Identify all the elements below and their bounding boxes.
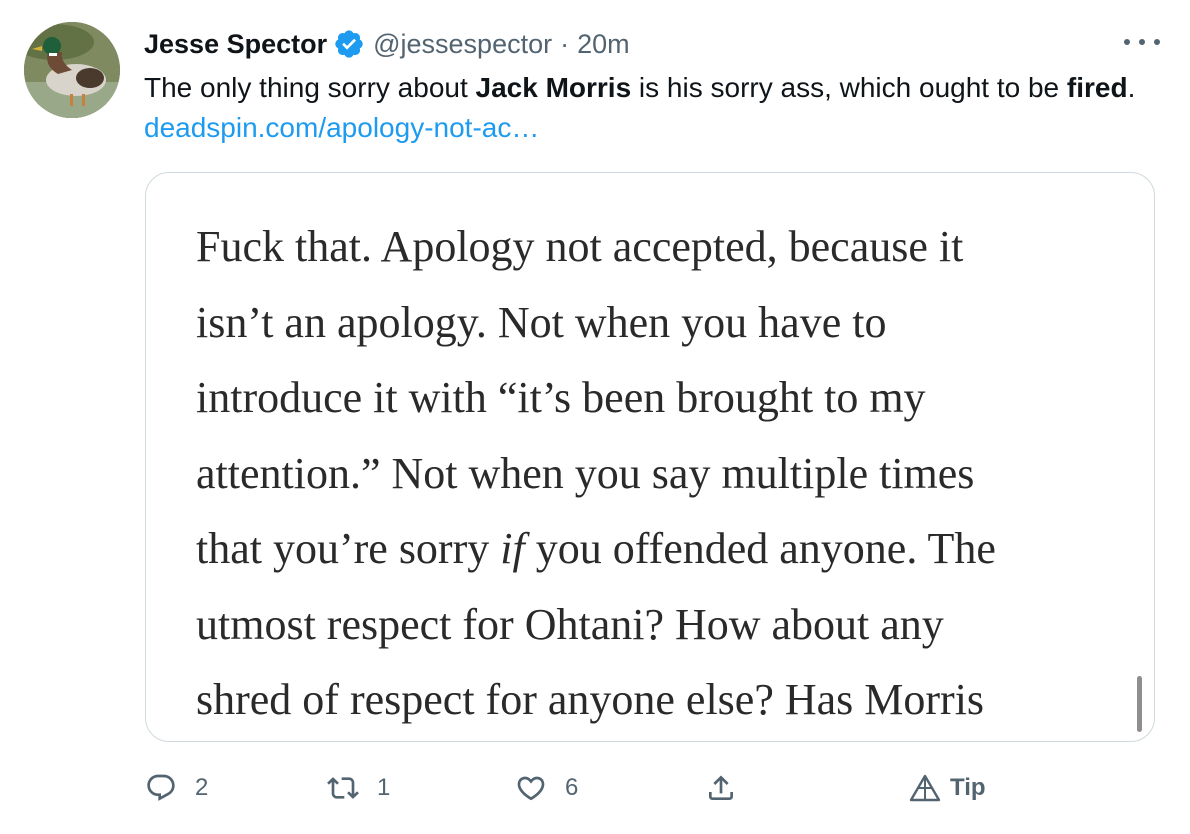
quote-line: shred of respect for anyone else? Has Mo… [196, 675, 985, 724]
quote-line: utmost respect for Ohtani? How about any [196, 599, 944, 649]
author-handle[interactable]: @jessespector [373, 29, 552, 60]
retweet-icon [327, 772, 359, 804]
quoted-article-text: Fuck that. Apology not accepted, because… [196, 209, 1126, 738]
tweet-text: The only thing sorry about Jack Morris i… [144, 68, 1154, 148]
tweet-link[interactable]: deadspin.com/apology-not-ac… [144, 112, 539, 143]
tip-icon [908, 773, 942, 803]
tip-button[interactable]: Tip [908, 766, 986, 810]
tweet[interactable]: Jesse Spector @jessespector · 20m The on… [0, 0, 1190, 834]
share-button[interactable] [705, 766, 737, 810]
tweet-header: Jesse Spector @jessespector · 20m [144, 26, 630, 62]
quote-line: that you’re sorry if you offended anyone… [196, 511, 1126, 587]
scrollbar-thumb[interactable] [1137, 676, 1142, 732]
quote-line: introduce it with “it’s been brought to … [196, 373, 926, 422]
reply-icon [145, 772, 177, 804]
tweet-text-part: . [1127, 72, 1136, 103]
like-button[interactable]: 6 [515, 766, 578, 810]
share-icon [705, 772, 737, 804]
reply-button[interactable]: 2 [145, 766, 208, 810]
tip-label: Tip [950, 774, 986, 801]
quote-line: Fuck that. Apology not accepted, because… [196, 222, 964, 271]
tweet-actions: 2 1 6 Tip [145, 766, 1025, 810]
tweet-text-bold: Jack Morris [475, 72, 632, 103]
duck-avatar-image [24, 22, 120, 118]
verified-badge-icon [333, 28, 365, 60]
media-image[interactable]: Fuck that. Apology not accepted, because… [145, 172, 1155, 742]
retweet-button[interactable]: 1 [327, 766, 390, 810]
author-display-name[interactable]: Jesse Spector [144, 29, 327, 60]
tweet-text-part: is his sorry ass, which ought to be [631, 72, 1067, 103]
avatar[interactable] [24, 22, 120, 118]
quote-line-italic: if [500, 524, 525, 573]
tweet-timestamp[interactable]: 20m [577, 29, 630, 60]
heart-icon [515, 772, 547, 804]
header-separator: · [560, 28, 570, 59]
reply-count: 2 [195, 774, 209, 801]
retweet-count: 1 [377, 774, 391, 801]
quote-line: isn’t an apology. Not when you have to [196, 297, 887, 347]
more-options-icon[interactable] [1124, 30, 1160, 54]
quote-line-part: you offended anyone. The [524, 524, 996, 573]
quote-line: attention.” Not when you say multiple ti… [196, 448, 975, 498]
tweet-text-bold: fired [1066, 72, 1128, 103]
like-count: 6 [565, 774, 579, 801]
quote-line-part: that you’re sorry [196, 524, 501, 573]
tweet-text-part: The only thing sorry about [144, 72, 476, 103]
